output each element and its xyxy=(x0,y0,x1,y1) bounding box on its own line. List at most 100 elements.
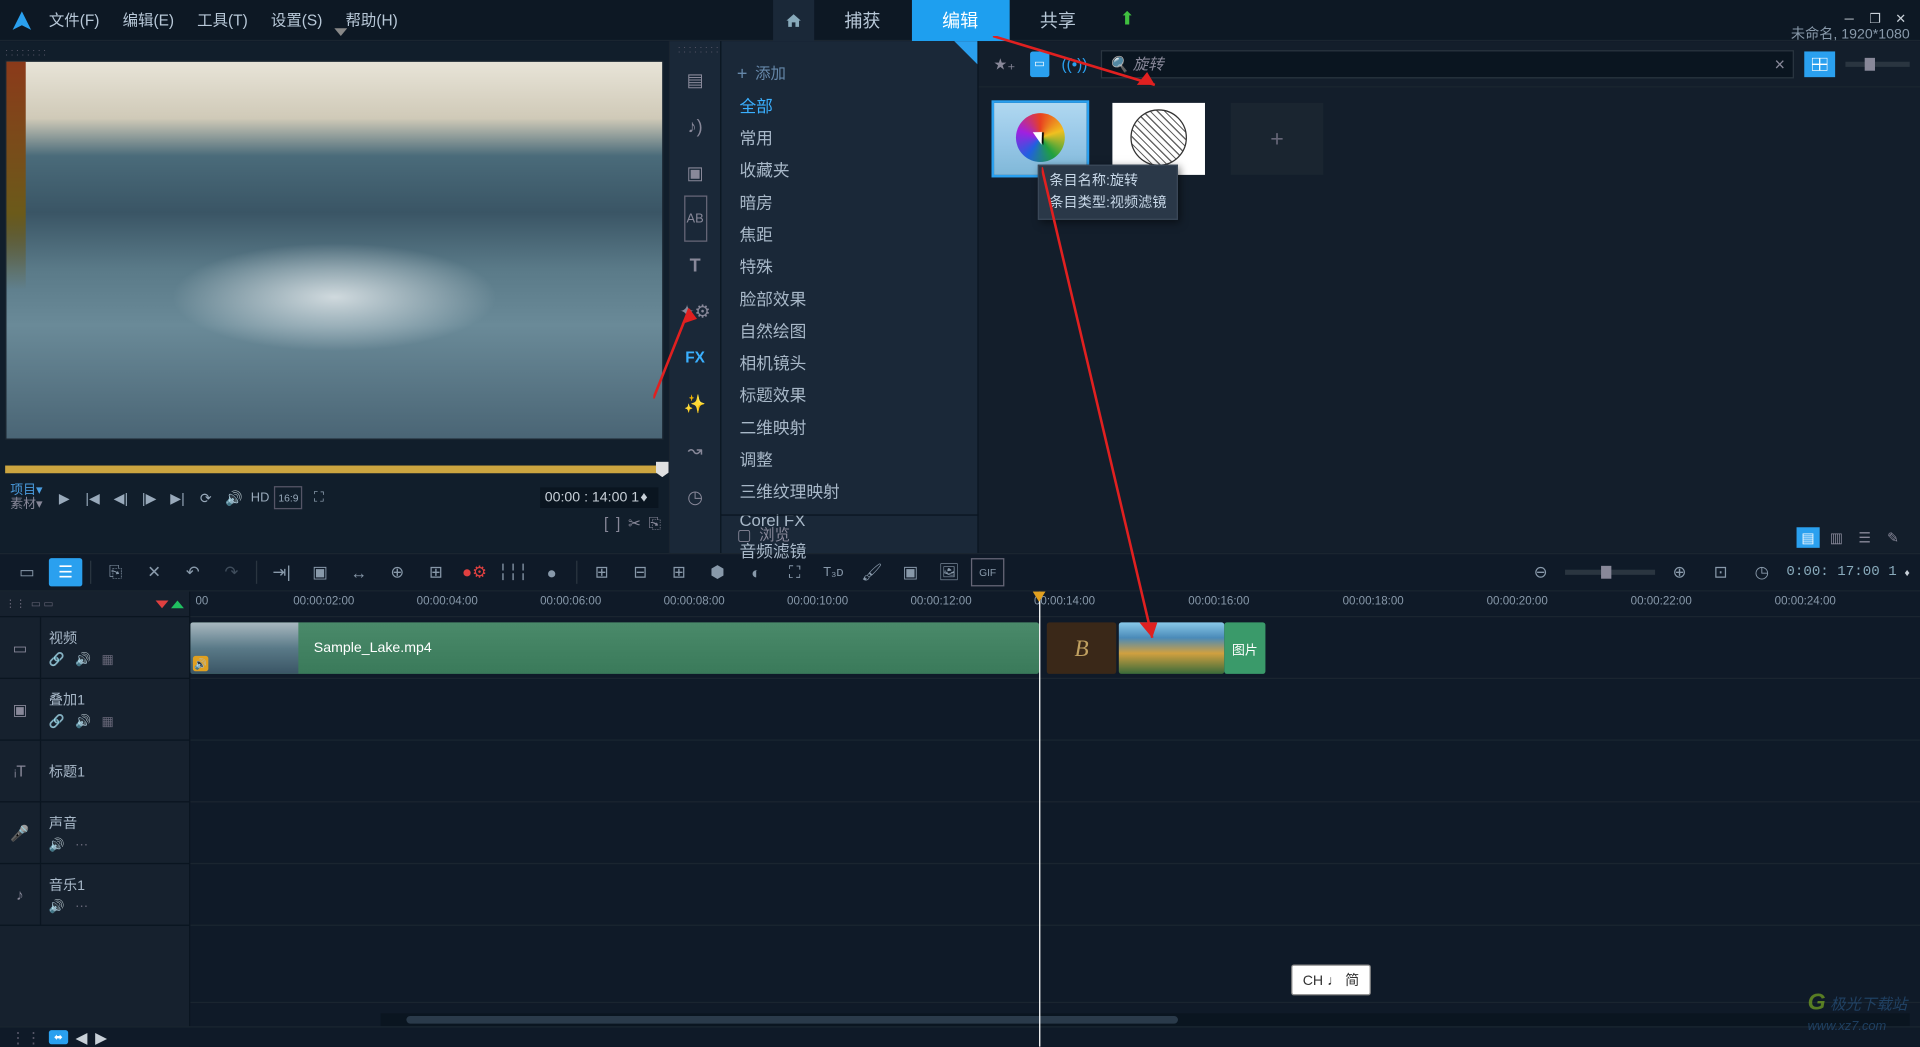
timeline-view-icon[interactable]: ☰ xyxy=(49,558,82,586)
category-focus[interactable]: 焦距 xyxy=(721,217,977,249)
image-clip-label[interactable]: 图片 xyxy=(1224,622,1265,673)
overlay-icon[interactable]: ✦⚙ xyxy=(670,288,720,334)
collapse-tracks-icon[interactable] xyxy=(156,600,169,608)
media-icon[interactable]: ▤ xyxy=(670,57,720,103)
multicam-icon[interactable]: ⊞ xyxy=(585,558,618,586)
clock-icon[interactable]: ◷ xyxy=(1745,558,1778,586)
mute-icon[interactable]: 🔊 xyxy=(75,715,91,729)
pin-icon[interactable] xyxy=(954,41,977,64)
menu-tools[interactable]: 工具(T) xyxy=(197,9,248,31)
video-track[interactable]: 🔊 Sample_Lake.mp4 B 图片 xyxy=(190,617,1920,679)
path-icon[interactable]: ↝ xyxy=(670,427,720,473)
category-face[interactable]: 脸部效果 xyxy=(721,282,977,314)
add-category-button[interactable]: + 添加 xyxy=(721,57,977,89)
category-common[interactable]: 常用 xyxy=(721,121,977,153)
search-input[interactable]: 🔍 旋转 × xyxy=(1100,50,1794,78)
menu-help[interactable]: 帮助(H) xyxy=(345,9,397,31)
speed-icon[interactable]: ◷ xyxy=(670,473,720,519)
category-camera[interactable]: 相机镜头 xyxy=(721,346,977,378)
timeline-scrollbar[interactable] xyxy=(381,1013,1910,1026)
panel-edit-icon[interactable]: ✎ xyxy=(1881,527,1904,548)
thumb-zoom-slider[interactable] xyxy=(1845,61,1909,66)
zoom-in-icon[interactable]: ⊕ xyxy=(1663,558,1696,586)
copy-icon[interactable]: ⎘ xyxy=(99,558,132,586)
category-2d[interactable]: 二维映射 xyxy=(721,410,977,442)
category-adjust[interactable]: 调整 xyxy=(721,442,977,474)
snapshot-tl-icon[interactable]: ▣ xyxy=(303,558,336,586)
expand-tracks-icon[interactable] xyxy=(171,600,184,608)
tab-home[interactable] xyxy=(772,0,813,41)
split-screen-icon[interactable]: ⊞ xyxy=(662,558,695,586)
track-area[interactable]: 00 00:00:02:00 00:00:04:00 00:00:06:00 0… xyxy=(190,592,1920,1047)
audio-mix-icon[interactable]: ╎╎╎ xyxy=(496,558,529,586)
voice-track[interactable] xyxy=(190,802,1920,864)
tools-icon[interactable]: ✕ xyxy=(138,558,171,586)
category-all[interactable]: 全部 xyxy=(721,89,977,121)
panel-layout-3-icon[interactable]: ☰ xyxy=(1853,527,1876,548)
music-track[interactable] xyxy=(190,864,1920,926)
more-icon[interactable]: ⋯ xyxy=(75,838,88,852)
preview-timecode[interactable]: 00:00 : 14:00 1♦ xyxy=(540,487,659,508)
category-darkroom[interactable]: 暗房 xyxy=(721,185,977,217)
title-icon[interactable]: T xyxy=(670,242,720,288)
hd-toggle[interactable]: HD xyxy=(251,486,270,509)
zoom-tl-icon[interactable]: ⊕ xyxy=(381,558,414,586)
browse-button[interactable]: ▢ 浏览 xyxy=(721,514,978,553)
timeline-zoom-slider[interactable] xyxy=(1565,570,1655,575)
category-3d[interactable]: 三维纹理映射 xyxy=(721,475,977,507)
panel-layout-2-icon[interactable]: ▥ xyxy=(1825,527,1848,548)
timeline-badge[interactable]: ⬌ xyxy=(49,1030,68,1044)
mute-icon[interactable]: 🔊 xyxy=(49,838,65,852)
category-special[interactable]: 特殊 xyxy=(721,249,977,281)
tab-capture[interactable]: 捕获 xyxy=(814,0,912,41)
voice-track-icon[interactable]: 🎤 xyxy=(0,802,41,862)
empty-track[interactable] xyxy=(190,926,1920,1003)
menu-edit[interactable]: 编辑(E) xyxy=(123,9,174,31)
category-nature[interactable]: 自然绘图 xyxy=(721,314,977,346)
effects-track-icon[interactable]: ▦ xyxy=(101,715,113,729)
overlay-track-icon[interactable]: ▣ xyxy=(0,679,41,739)
mute-icon[interactable]: 🔊 xyxy=(49,900,65,914)
loop-button[interactable]: ⟳ xyxy=(194,486,217,509)
effects-track-icon[interactable]: ▦ xyxy=(101,653,113,667)
video-track-icon[interactable]: ▭ xyxy=(0,617,41,677)
fx-icon[interactable]: FX xyxy=(670,334,720,380)
more-icon[interactable]: ⋯ xyxy=(75,900,88,914)
overlay-track[interactable] xyxy=(190,679,1920,741)
category-title-fx[interactable]: 标题效果 xyxy=(721,378,977,410)
audio-icon[interactable]: ♪) xyxy=(670,103,720,149)
transition-clip[interactable]: B xyxy=(1047,622,1116,673)
fullscreen-icon[interactable]: ⛶ xyxy=(307,486,330,509)
music-track-icon[interactable]: ♪ xyxy=(0,864,41,924)
add-effect-button[interactable]: + xyxy=(1231,103,1324,175)
filter-video-toggle[interactable]: ▭ xyxy=(1030,51,1049,77)
undo-icon[interactable]: ↶ xyxy=(176,558,209,586)
mute-icon[interactable]: 🔊 xyxy=(75,653,91,667)
fit-icon[interactable]: ⊡ xyxy=(1704,558,1737,586)
mode-clip[interactable]: 素材▾ xyxy=(10,498,42,512)
video-clip[interactable]: 🔊 Sample_Lake.mp4 xyxy=(190,622,1039,673)
next-frame-button[interactable]: |▶ xyxy=(138,486,161,509)
panel-layout-1-icon[interactable]: ▤ xyxy=(1797,527,1820,548)
pan-zoom-icon[interactable]: ⊞ xyxy=(419,558,452,586)
transition-icon[interactable]: ▣ xyxy=(670,149,720,195)
title-track-icon[interactable]: ᵢT xyxy=(0,741,41,801)
title-track[interactable] xyxy=(190,741,1920,803)
redo-icon[interactable]: ↷ xyxy=(215,558,248,586)
trim-icon[interactable]: ⇥| xyxy=(265,558,298,586)
search-clear-icon[interactable]: × xyxy=(1774,53,1785,74)
tab-share[interactable]: 共享 xyxy=(1009,0,1107,41)
go-start-button[interactable]: |◀ xyxy=(81,486,104,509)
play-button[interactable]: ▶ xyxy=(53,486,76,509)
prev-frame-button[interactable]: ◀| xyxy=(109,486,132,509)
grid-icon[interactable]: ⊟ xyxy=(624,558,657,586)
motion-icon[interactable]: ●⚙ xyxy=(458,558,491,586)
time-ruler[interactable]: 00 00:00:02:00 00:00:04:00 00:00:06:00 0… xyxy=(190,592,1920,618)
subtitle-icon[interactable]: AB xyxy=(684,195,707,241)
preview-viewport[interactable] xyxy=(5,60,663,439)
storyboard-view-icon[interactable]: ▭ xyxy=(10,558,43,586)
timeline-timecode[interactable]: 0:00: 17:00 1 xyxy=(1786,565,1896,580)
zoom-out-icon[interactable]: ⊖ xyxy=(1524,558,1557,586)
menu-settings[interactable]: 设置(S) xyxy=(271,9,322,31)
snapshot-icon[interactable]: ⎘ xyxy=(649,514,661,533)
